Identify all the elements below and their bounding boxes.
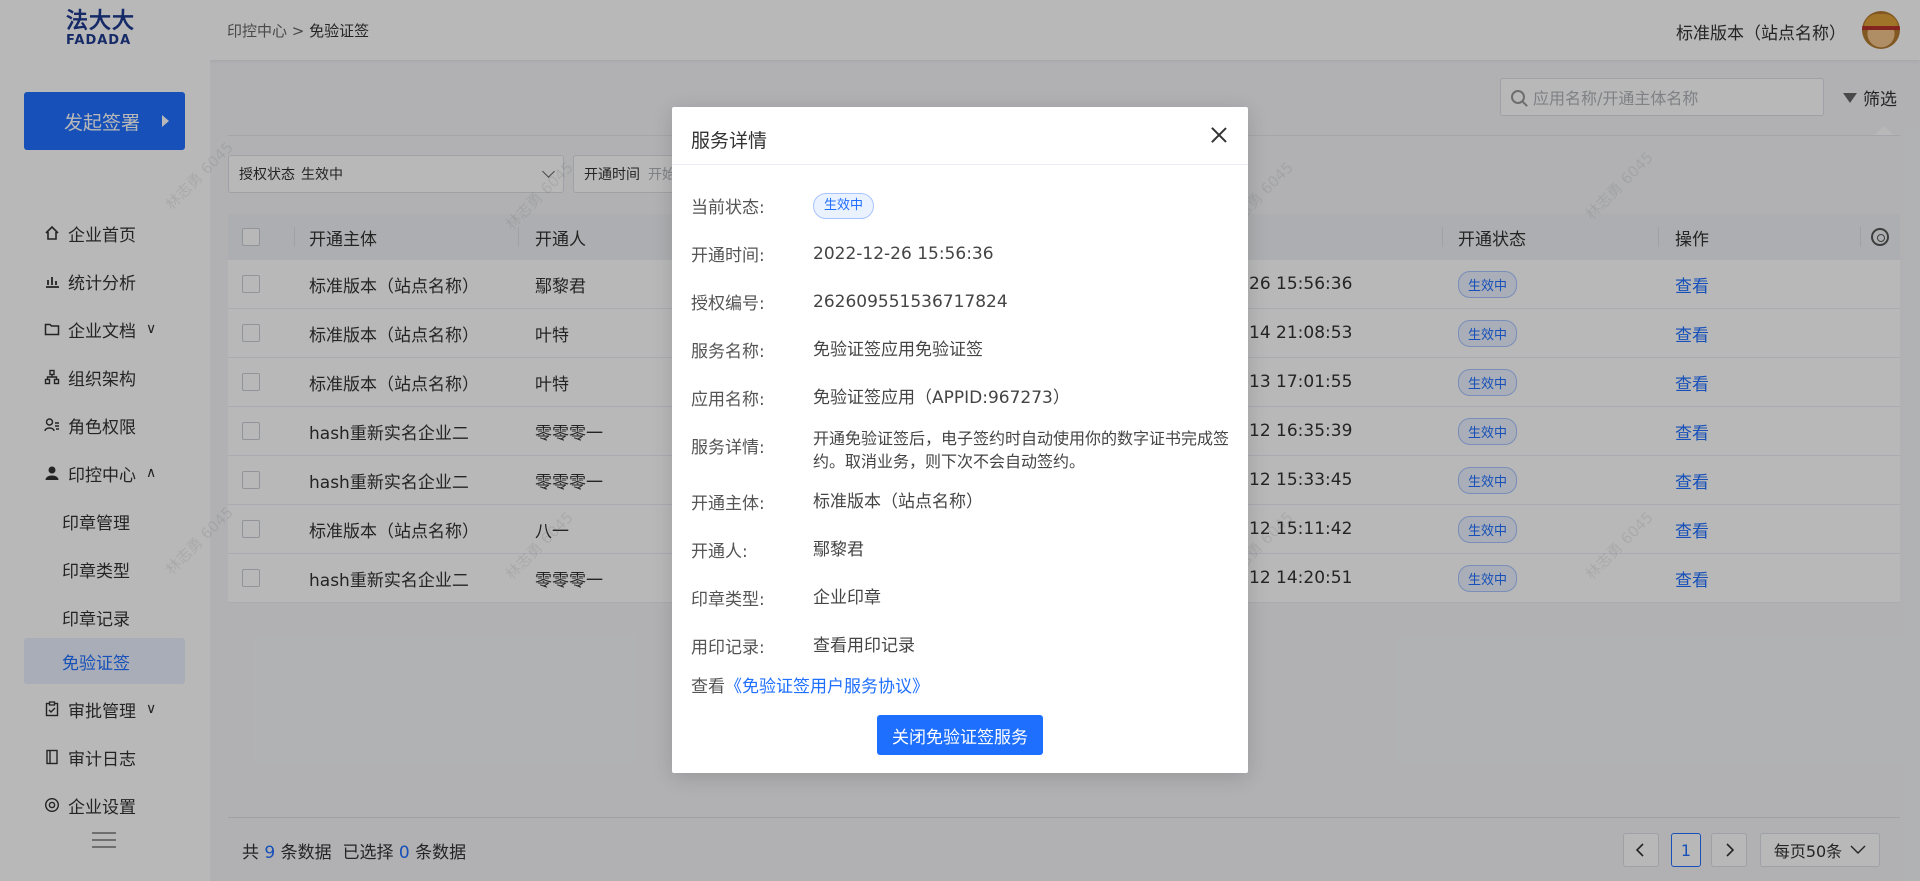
close-icon[interactable] bbox=[1210, 126, 1228, 144]
field-value: 262609551536717824 bbox=[813, 292, 1008, 312]
field-label: 印章类型: bbox=[691, 590, 765, 610]
field-value: 免验证签应用（APPID:967273） bbox=[813, 388, 1070, 408]
service-agreement-link[interactable]: 《免验证签用户服务协议》 bbox=[725, 677, 929, 697]
field-value: 企业印章 bbox=[813, 588, 881, 608]
field-label: 服务详情: bbox=[691, 438, 765, 458]
dialog-title: 服务详情 bbox=[691, 130, 768, 152]
field-label: 当前状态: bbox=[691, 198, 765, 218]
field-label: 授权编号: bbox=[691, 294, 765, 314]
field-value: 标准版本（站点名称） bbox=[813, 492, 983, 512]
service-details-dialog: 服务详情 当前状态: 生效中 开通时间: 2022-12-26 15:56:36… bbox=[672, 107, 1248, 773]
dialog-header: 服务详情 bbox=[672, 107, 1248, 165]
field-label: 开通时间: bbox=[691, 246, 765, 266]
close-service-button[interactable]: 关闭免验证签服务 bbox=[877, 715, 1043, 755]
field-label: 服务名称: bbox=[691, 342, 765, 362]
view-seal-records-link[interactable]: 查看用印记录 bbox=[813, 633, 1233, 659]
agreement-prefix: 查看 bbox=[691, 677, 725, 697]
agreement-line: 查看《免验证签用户服务协议》 bbox=[691, 672, 929, 697]
field-label: 用印记录: bbox=[691, 638, 765, 658]
field-value: 2022-12-26 15:56:36 bbox=[813, 244, 994, 264]
field-value: 开通免验证签后，电子签约时自动使用你的数字证书完成签约。取消业务，则下次不会自动… bbox=[813, 429, 1230, 471]
field-value: 免验证签应用免验证签 bbox=[813, 340, 983, 360]
status-badge: 生效中 bbox=[813, 193, 875, 219]
field-label: 开通主体: bbox=[691, 494, 765, 514]
field-label: 开通人: bbox=[691, 542, 748, 562]
field-label: 应用名称: bbox=[691, 390, 765, 410]
field-value: 鄢黎君 bbox=[813, 540, 864, 560]
